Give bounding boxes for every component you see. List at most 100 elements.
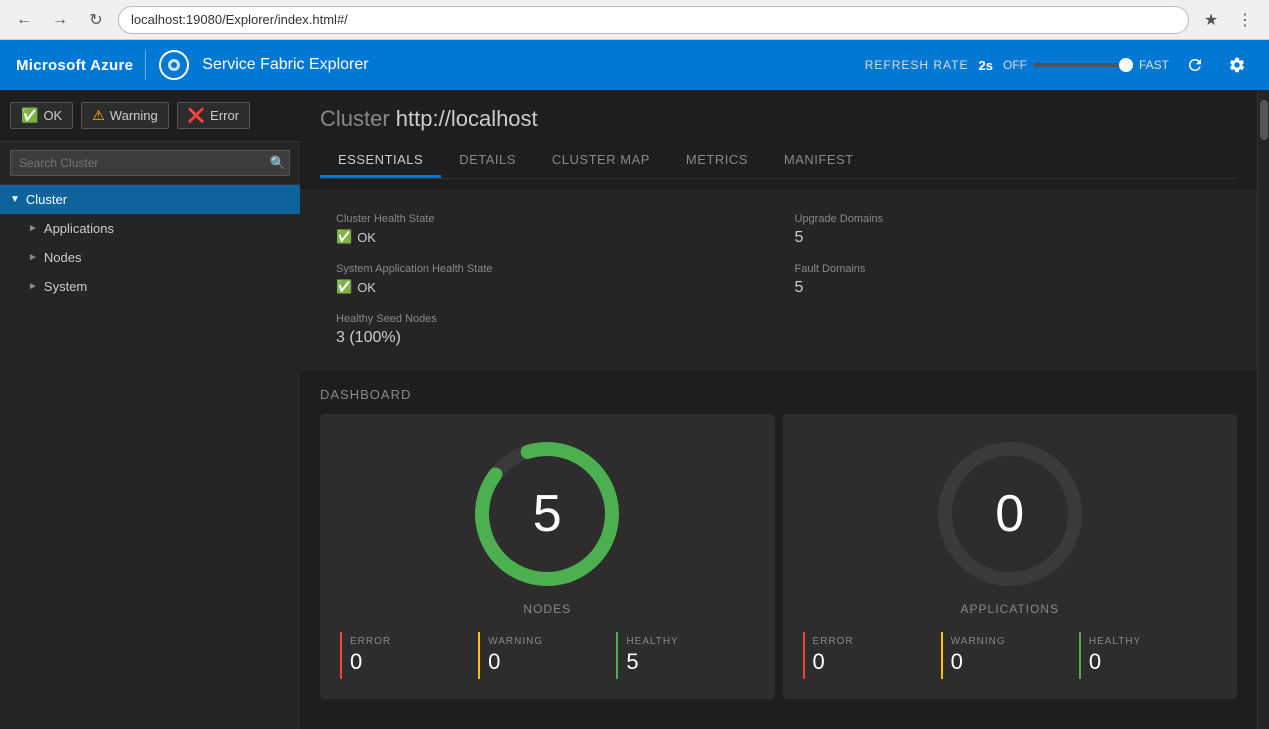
essentials-upgrade-domains: Upgrade Domains 5 xyxy=(779,205,1238,255)
dashboard-section: DASHBOARD 5 NODES xyxy=(300,371,1257,715)
nodes-healthy-label: HEALTHY xyxy=(626,636,746,647)
app-header: Microsoft Azure Service Fabric Explorer … xyxy=(0,40,1269,90)
applications-error-stat: ERROR 0 xyxy=(803,632,941,679)
speed-slider-container: OFF FAST xyxy=(1003,58,1169,72)
nodes-healthy-value: 5 xyxy=(626,649,746,675)
right-scrollbar[interactable] xyxy=(1257,90,1269,729)
applications-healthy-label: HEALTHY xyxy=(1089,636,1209,647)
applications-card: 0 APPLICATIONS ERROR 0 WARNING 0 xyxy=(783,414,1238,699)
applications-stats-row: ERROR 0 WARNING 0 HEALTHY 0 xyxy=(803,632,1218,679)
address-bar[interactable] xyxy=(118,6,1189,34)
sys-health-ok-icon: ✅ xyxy=(336,279,352,295)
sidebar-applications-label: Applications xyxy=(44,221,114,236)
applications-warning-value: 0 xyxy=(951,649,1071,675)
content-body: Cluster Health State ✅ OK Upgrade Domain… xyxy=(300,179,1257,729)
tab-metrics[interactable]: METRICS xyxy=(668,144,766,178)
scroll-thumb xyxy=(1260,100,1268,140)
refresh-rate-label: REFRESH RATE xyxy=(865,58,969,72)
more-options-icon[interactable]: ⋮ xyxy=(1231,6,1259,34)
essentials-fault-domains: Fault Domains 5 xyxy=(779,255,1238,305)
dashboard-title: DASHBOARD xyxy=(320,387,1237,402)
search-container: 🔍 xyxy=(0,142,300,185)
main-layout: ✅ OK ⚠ Warning ❌ Error 🔍 ▼ Cluster xyxy=(0,90,1269,729)
status-bar: ✅ OK ⚠ Warning ❌ Error xyxy=(0,90,300,142)
refresh-icon-btn[interactable] xyxy=(1179,49,1211,81)
nodes-error-label: ERROR xyxy=(350,636,470,647)
applications-warning-label: WARNING xyxy=(951,636,1071,647)
nodes-number: 5 xyxy=(533,484,562,544)
applications-error-value: 0 xyxy=(813,649,933,675)
ok-label: OK xyxy=(43,108,62,123)
sidebar-system-label: System xyxy=(44,279,87,294)
sys-app-health-value: ✅ OK xyxy=(336,279,763,295)
browser-chrome: ← → ↻ ★ ⋮ xyxy=(0,0,1269,40)
essentials-cluster-health: Cluster Health State ✅ OK xyxy=(320,205,779,255)
applications-warning-stat: WARNING 0 xyxy=(941,632,1079,679)
warning-label: Warning xyxy=(110,108,158,123)
nodes-error-value: 0 xyxy=(350,649,470,675)
nodes-warning-label: WARNING xyxy=(488,636,608,647)
warning-filter-button[interactable]: ⚠ Warning xyxy=(81,102,169,129)
content-header: Cluster http://localhost ESSENTIALS DETA… xyxy=(300,90,1257,179)
chevron-right-icon-system: ► xyxy=(28,281,38,292)
speed-slider-track[interactable] xyxy=(1033,63,1133,67)
tabs: ESSENTIALS DETAILS CLUSTER MAP METRICS M… xyxy=(320,144,1237,179)
nodes-stats-row: ERROR 0 WARNING 0 HEALTHY 5 xyxy=(340,632,755,679)
back-button[interactable]: ← xyxy=(10,6,38,34)
search-button[interactable]: 🔍 xyxy=(270,155,286,171)
upgrade-domains-value: 5 xyxy=(795,229,1222,247)
chevron-down-icon: ▼ xyxy=(10,194,20,205)
tree-nav: ▼ Cluster ► Applications ► Nodes ► Syste… xyxy=(0,185,300,729)
nodes-warning-stat: WARNING 0 xyxy=(478,632,616,679)
tab-essentials[interactable]: ESSENTIALS xyxy=(320,144,441,178)
content-panel: Cluster http://localhost ESSENTIALS DETA… xyxy=(300,90,1257,729)
error-label: Error xyxy=(210,108,239,123)
cluster-title-prefix: Cluster xyxy=(320,106,396,131)
nodes-healthy-stat: HEALTHY 5 xyxy=(616,632,754,679)
ok-icon: ✅ xyxy=(21,107,38,124)
sf-logo-icon xyxy=(158,49,190,81)
sidebar-cluster-label: Cluster xyxy=(26,192,67,207)
refresh-rate-value: 2s xyxy=(979,58,993,73)
nodes-label: NODES xyxy=(523,602,571,616)
applications-error-label: ERROR xyxy=(813,636,933,647)
forward-button[interactable]: → xyxy=(46,6,74,34)
warning-icon: ⚠ xyxy=(92,107,105,124)
healthy-seed-value: 3 (100%) xyxy=(336,329,763,347)
refresh-icon xyxy=(1186,56,1204,74)
sidebar-nodes-label: Nodes xyxy=(44,250,82,265)
essentials-grid: Cluster Health State ✅ OK Upgrade Domain… xyxy=(300,189,1257,371)
essentials-sys-app-health: System Application Health State ✅ OK xyxy=(320,255,779,305)
error-filter-button[interactable]: ❌ Error xyxy=(177,102,250,129)
header-controls: REFRESH RATE 2s OFF FAST xyxy=(865,49,1253,81)
applications-healthy-value: 0 xyxy=(1089,649,1209,675)
sidebar-item-system[interactable]: ► System xyxy=(0,272,300,301)
tab-manifest[interactable]: MANIFEST xyxy=(766,144,872,178)
sidebar-item-applications[interactable]: ► Applications xyxy=(0,214,300,243)
sidebar: ✅ OK ⚠ Warning ❌ Error 🔍 ▼ Cluster xyxy=(0,90,300,729)
bookmark-icon[interactable]: ★ xyxy=(1197,6,1225,34)
applications-healthy-stat: HEALTHY 0 xyxy=(1079,632,1217,679)
tab-details[interactable]: DETAILS xyxy=(441,144,534,178)
refresh-button[interactable]: ↻ xyxy=(82,6,110,34)
sidebar-item-cluster[interactable]: ▼ Cluster xyxy=(0,185,300,214)
settings-icon xyxy=(1228,56,1246,74)
error-icon: ❌ xyxy=(188,107,205,124)
tab-cluster-map[interactable]: CLUSTER MAP xyxy=(534,144,668,178)
dashboard-cards: 5 NODES ERROR 0 WARNING 0 xyxy=(320,414,1237,699)
off-label: OFF xyxy=(1003,58,1027,72)
cluster-health-label: Cluster Health State xyxy=(336,213,763,225)
applications-label: APPLICATIONS xyxy=(961,602,1059,616)
search-input[interactable] xyxy=(10,150,290,176)
cluster-title: Cluster http://localhost xyxy=(320,106,1237,132)
chevron-right-icon: ► xyxy=(28,223,38,234)
ok-filter-button[interactable]: ✅ OK xyxy=(10,102,73,129)
health-ok-icon: ✅ xyxy=(336,229,352,245)
sidebar-item-nodes[interactable]: ► Nodes xyxy=(0,243,300,272)
fault-domains-label: Fault Domains xyxy=(795,263,1222,275)
nodes-error-stat: ERROR 0 xyxy=(340,632,478,679)
essentials-healthy-seed: Healthy Seed Nodes 3 (100%) xyxy=(320,305,779,355)
settings-icon-btn[interactable] xyxy=(1221,49,1253,81)
upgrade-domains-label: Upgrade Domains xyxy=(795,213,1222,225)
azure-logo: Microsoft Azure xyxy=(16,57,133,74)
